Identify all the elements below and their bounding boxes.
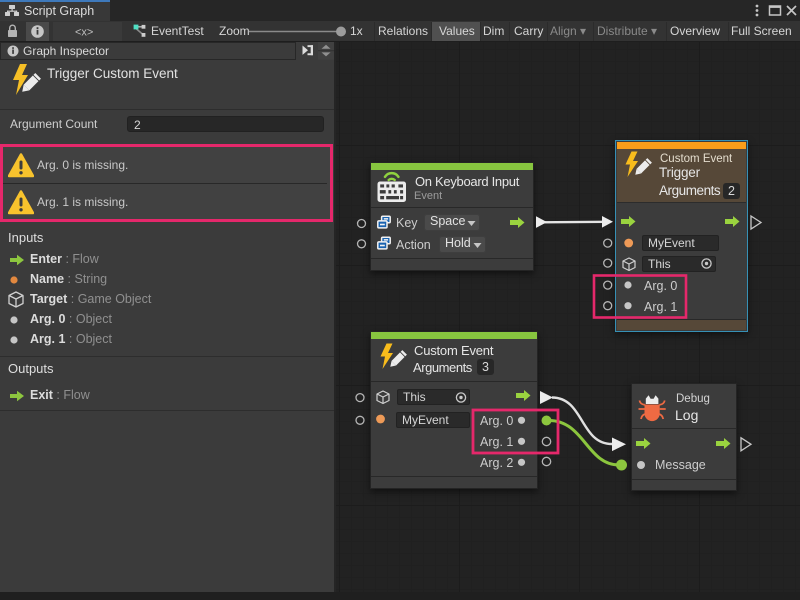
svg-text:<x>: <x> [75,27,93,39]
